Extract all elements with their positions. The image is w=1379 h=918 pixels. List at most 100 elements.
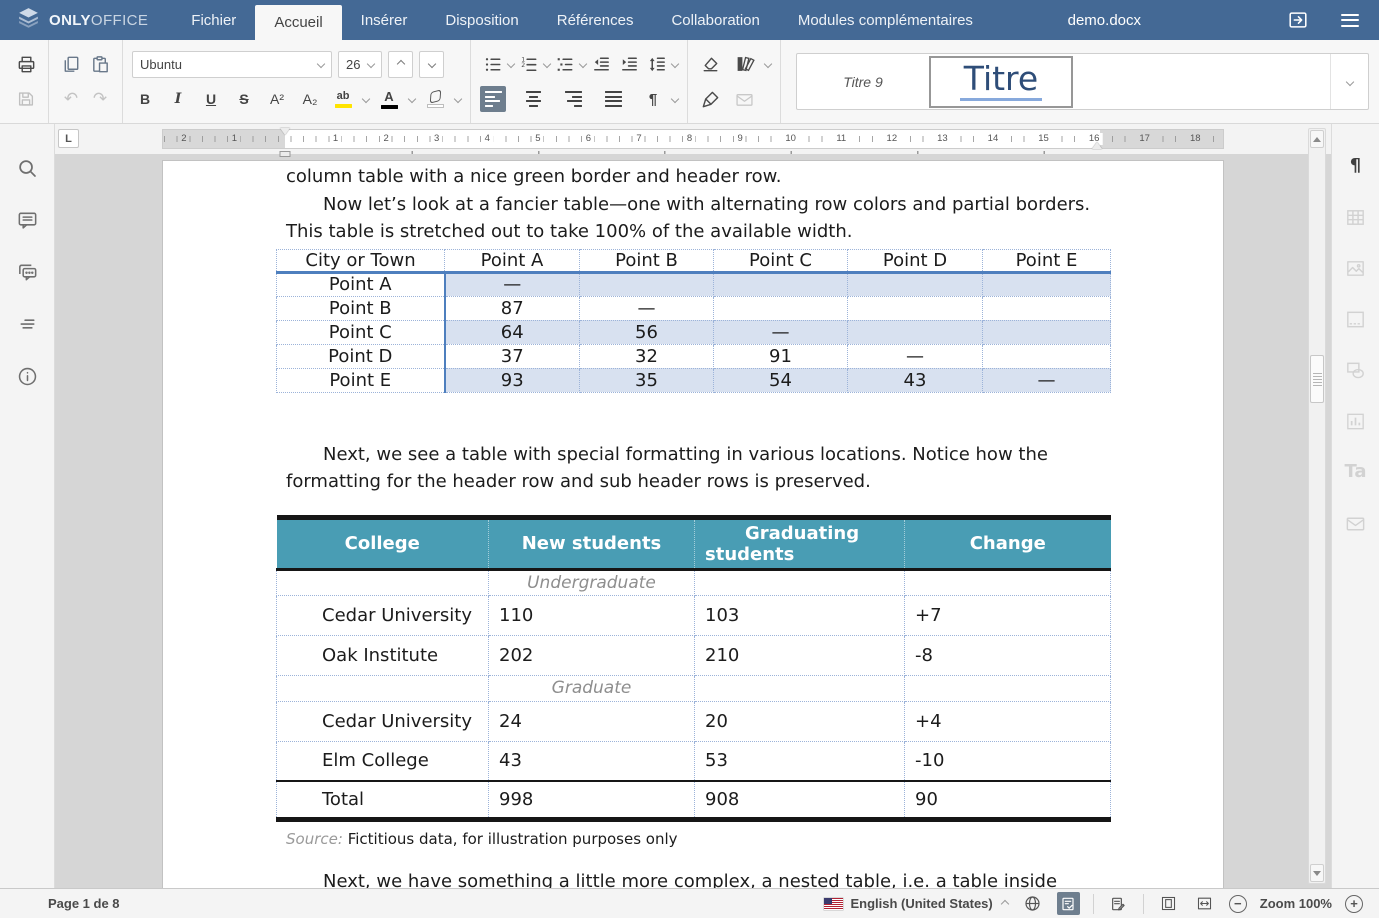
table-cell[interactable] xyxy=(848,296,983,320)
table-cell[interactable]: 64 xyxy=(445,320,580,344)
first-line-indent-marker[interactable] xyxy=(280,128,290,140)
table-cell[interactable]: Total xyxy=(277,781,489,819)
mail-merge-button[interactable] xyxy=(731,86,757,112)
table-header-cell[interactable]: College xyxy=(277,517,489,569)
college-table[interactable]: CollegeNew studentsGraduating studentsCh… xyxy=(276,515,1111,822)
color-scheme-button[interactable] xyxy=(731,51,757,77)
table-cell[interactable]: — xyxy=(848,344,983,368)
table-header-cell[interactable]: Point A xyxy=(445,249,580,272)
table-cell[interactable] xyxy=(695,569,905,595)
table-cell[interactable]: 43 xyxy=(848,368,983,392)
tab-selector-button[interactable]: L xyxy=(58,129,79,148)
align-center-button[interactable] xyxy=(520,86,546,112)
table-cell[interactable] xyxy=(714,296,848,320)
source-note[interactable]: Source: Fictitious data, for illustratio… xyxy=(286,830,1100,848)
tab-modules-complementaires[interactable]: Modules complémentaires xyxy=(779,0,992,40)
strikethrough-button[interactable]: S xyxy=(231,86,257,112)
undo-button[interactable]: ↶ xyxy=(58,86,84,112)
table-cell[interactable]: 56 xyxy=(580,320,714,344)
decrease-font-button[interactable] xyxy=(419,51,444,78)
bullet-list-button[interactable] xyxy=(480,51,506,77)
copy-style-button[interactable] xyxy=(697,86,723,112)
comments-icon[interactable] xyxy=(15,208,39,232)
shape-settings-icon[interactable] xyxy=(1344,358,1368,382)
justify-button[interactable] xyxy=(600,86,626,112)
paragraph-4[interactable]: Next, we have something a little more co… xyxy=(286,868,1100,889)
spellcheck-button[interactable] xyxy=(1057,892,1080,915)
font-size-select[interactable]: 26 xyxy=(338,51,382,78)
table-cell[interactable] xyxy=(905,569,1111,595)
menu-icon[interactable] xyxy=(1335,5,1365,35)
style-gallery-expand-button[interactable] xyxy=(1330,54,1368,109)
table-cell[interactable]: Undergraduate xyxy=(489,569,695,595)
table-header-cell[interactable]: Change xyxy=(905,517,1111,569)
table-cell[interactable]: 91 xyxy=(714,344,848,368)
decrease-indent-button[interactable] xyxy=(588,51,614,77)
redo-button[interactable]: ↷ xyxy=(87,86,113,112)
table-cell[interactable]: 908 xyxy=(695,781,905,819)
paragraph-3[interactable]: Next, we see a table with special format… xyxy=(286,441,1100,496)
style-gallery[interactable]: Titre 9 Titre xyxy=(796,53,1369,110)
table-cell[interactable]: 90 xyxy=(905,781,1111,819)
style-preview-titre[interactable]: Titre xyxy=(929,56,1073,108)
zoom-level-label[interactable]: Zoom 100% xyxy=(1260,896,1332,911)
table-cell[interactable]: Elm College xyxy=(277,741,489,781)
highlight-color-dropdown-icon[interactable] xyxy=(362,95,370,103)
nonprinting-characters-button[interactable]: ¶ xyxy=(640,86,666,112)
right-indent-marker[interactable] xyxy=(1092,137,1102,149)
language-collapse-icon[interactable] xyxy=(1001,899,1009,907)
tab-disposition[interactable]: Disposition xyxy=(426,0,537,40)
table-cell[interactable] xyxy=(905,675,1111,701)
table-header-cell[interactable]: Graduating students xyxy=(695,517,905,569)
document-page[interactable]: column table with a nice green border an… xyxy=(162,160,1224,888)
textart-settings-icon[interactable]: Ta xyxy=(1344,460,1368,484)
table-cell[interactable] xyxy=(983,296,1111,320)
tab-fichier[interactable]: Fichier xyxy=(172,0,255,40)
nonprinting-dropdown-icon[interactable] xyxy=(671,95,679,103)
scroll-up-button[interactable] xyxy=(1310,130,1324,148)
chat-icon[interactable] xyxy=(15,260,39,284)
navigation-icon[interactable] xyxy=(15,312,39,336)
align-left-button[interactable] xyxy=(480,86,506,112)
chart-settings-icon[interactable] xyxy=(1344,409,1368,433)
scrollbar-thumb[interactable] xyxy=(1310,355,1324,403)
mailmerge-icon[interactable] xyxy=(1344,511,1368,535)
table-cell[interactable]: -10 xyxy=(905,741,1111,781)
table-cell[interactable]: Point E xyxy=(277,368,445,392)
tab-collaboration[interactable]: Collaboration xyxy=(652,0,778,40)
table-cell[interactable]: Point A xyxy=(277,272,445,296)
line-spacing-button[interactable] xyxy=(644,51,670,77)
distance-table[interactable]: City or TownPoint APoint BPoint CPoint D… xyxy=(276,249,1111,393)
table-cell[interactable] xyxy=(983,272,1111,296)
headerfooter-settings-icon[interactable] xyxy=(1344,307,1368,331)
table-cell[interactable] xyxy=(848,272,983,296)
open-file-location-icon[interactable] xyxy=(1283,5,1313,35)
table-cell[interactable] xyxy=(695,675,905,701)
paragraph-2[interactable]: Now let’s look at a fancier table—one wi… xyxy=(286,191,1100,246)
font-color-dropdown-icon[interactable] xyxy=(408,95,416,103)
table-cell[interactable]: — xyxy=(445,272,580,296)
table-cell[interactable]: Point C xyxy=(277,320,445,344)
table-cell[interactable]: 32 xyxy=(580,344,714,368)
subscript-button[interactable]: A₂ xyxy=(297,86,323,112)
shading-button[interactable] xyxy=(422,86,448,112)
tab-accueil[interactable]: Accueil xyxy=(255,5,341,40)
color-scheme-dropdown-icon[interactable] xyxy=(764,60,772,68)
table-cell[interactable] xyxy=(714,272,848,296)
clear-style-button[interactable] xyxy=(697,51,723,77)
table-cell[interactable]: Cedar University xyxy=(277,701,489,741)
table-cell[interactable]: 20 xyxy=(695,701,905,741)
shading-dropdown-icon[interactable] xyxy=(454,95,462,103)
fit-width-button[interactable] xyxy=(1193,892,1216,915)
zoom-out-button[interactable]: − xyxy=(1229,895,1247,913)
table-header-cell[interactable]: Point B xyxy=(580,249,714,272)
table-cell[interactable] xyxy=(848,320,983,344)
table-cell[interactable]: 87 xyxy=(445,296,580,320)
table-cell[interactable]: 53 xyxy=(695,741,905,781)
highlight-color-button[interactable]: ab xyxy=(330,86,356,112)
table-cell[interactable]: 202 xyxy=(489,635,695,675)
save-button[interactable] xyxy=(13,86,39,112)
track-changes-button[interactable] xyxy=(1107,892,1130,915)
table-cell[interactable]: 35 xyxy=(580,368,714,392)
copy-button[interactable] xyxy=(58,51,84,77)
